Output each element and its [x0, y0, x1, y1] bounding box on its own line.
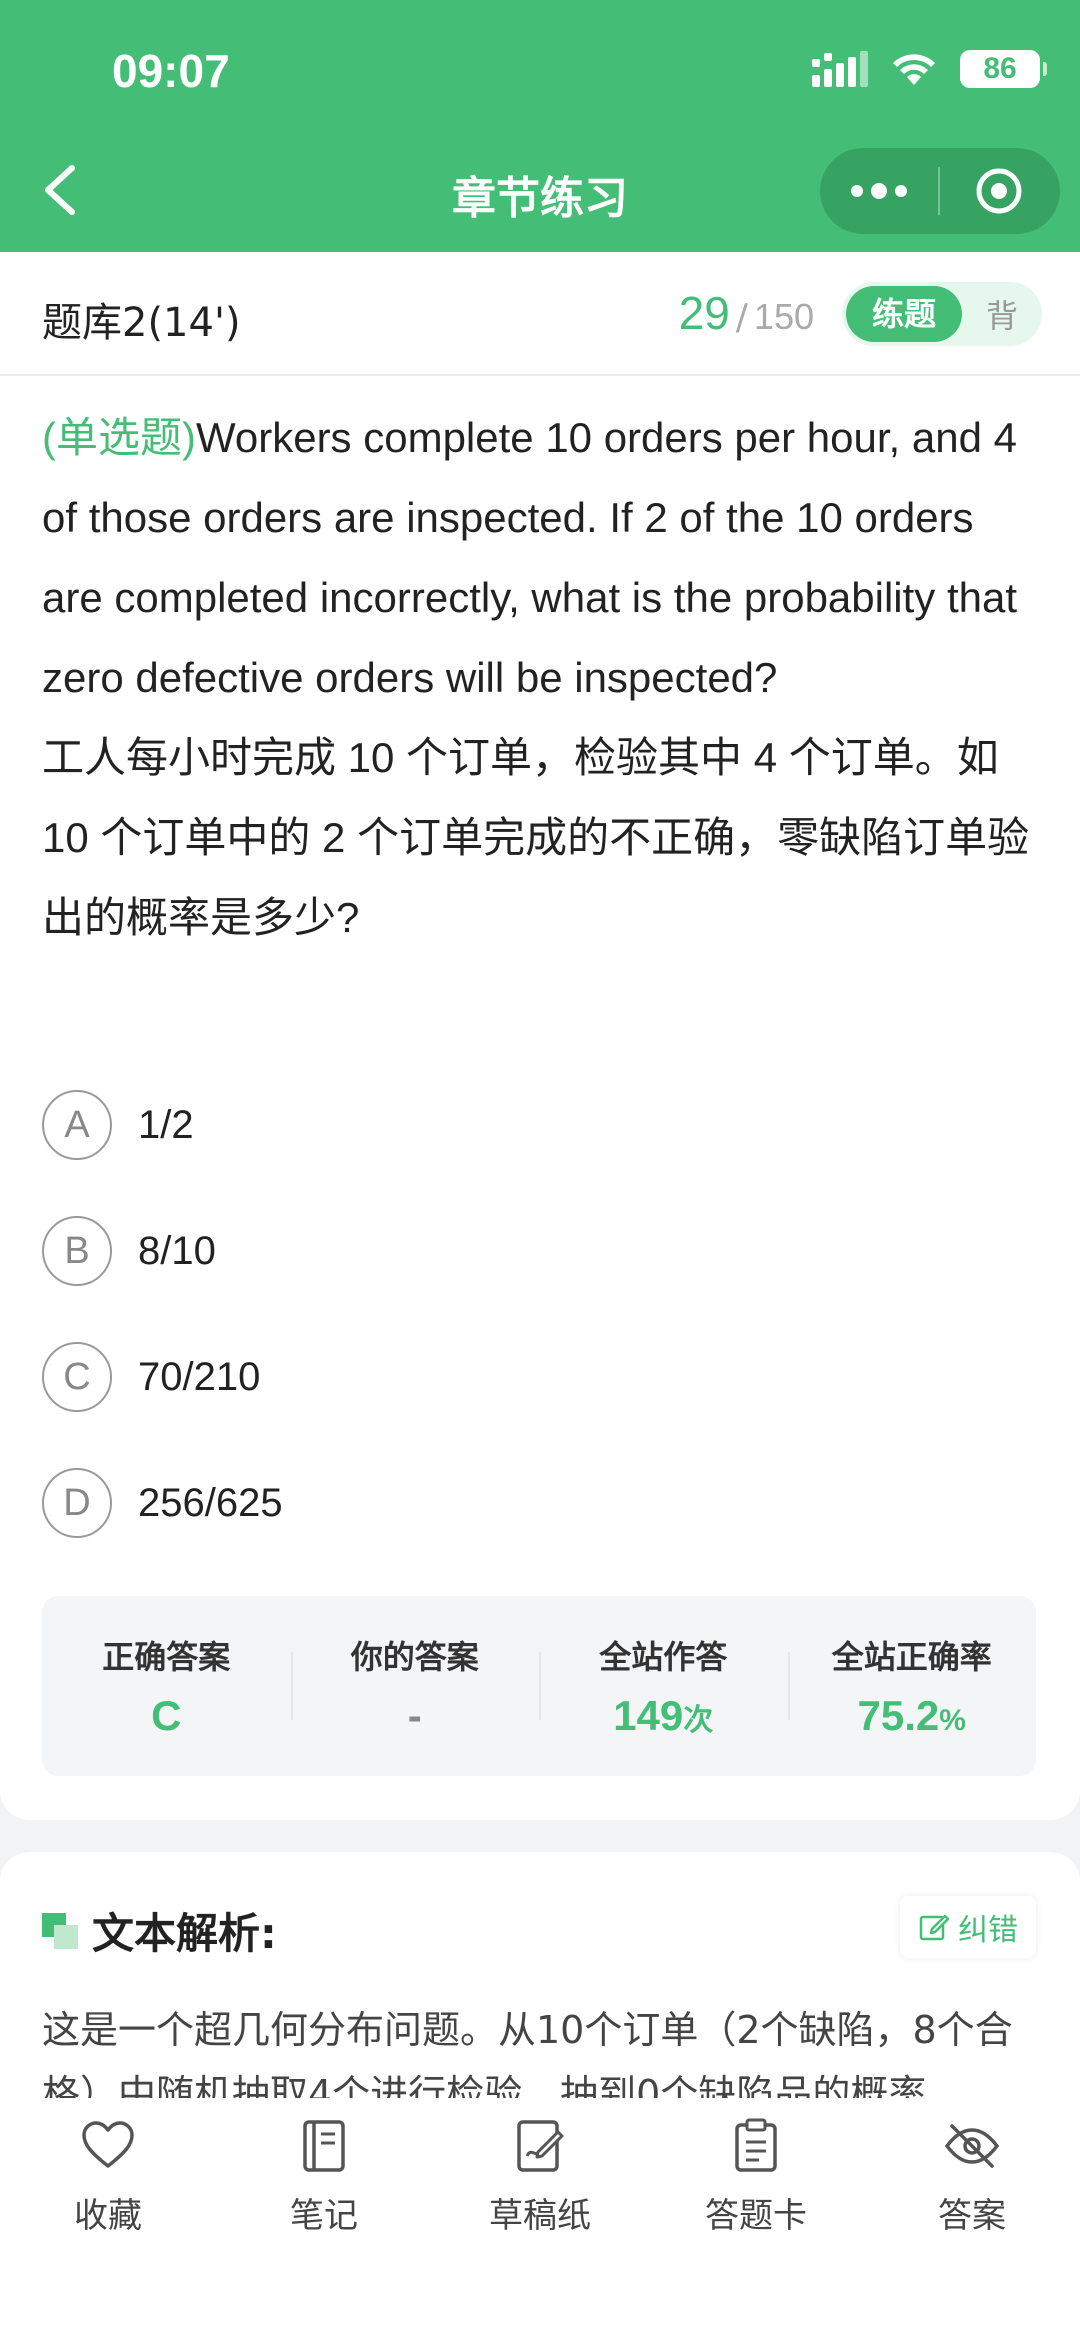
option-text: 1/2 — [138, 1102, 194, 1147]
option-letter: A — [42, 1090, 112, 1160]
tab-favorite[interactable]: 收藏 — [0, 2098, 216, 2337]
draft-icon — [517, 2120, 564, 2172]
option-letter: B — [42, 1216, 112, 1286]
stat-site-accuracy: 全站正确率 75.2% — [787, 1596, 1037, 1776]
stat-number: 149 — [613, 1692, 684, 1739]
mode-toggle[interactable]: 练题 背 — [842, 282, 1042, 346]
total-question-count: 150 — [753, 296, 814, 337]
question-text-zh: 工人每小时完成 10 个订单，检验其中 4 个订单。如 10 个订单中的 2 个… — [42, 734, 1030, 941]
option-a[interactable]: A 1/2 — [42, 1062, 1042, 1188]
question-progress[interactable]: 29 / 150 — [679, 286, 814, 340]
stat-correct-answer: 正确答案 C — [42, 1596, 291, 1776]
option-d[interactable]: D 256/625 — [42, 1440, 1042, 1566]
bottom-tab-bar: 收藏 笔记 草稿纸 答题卡 答案 — [0, 2098, 1080, 2337]
battery-icon: 86 — [960, 50, 1047, 88]
signal-icon — [812, 51, 868, 87]
options-list: A 1/2 B 8/10 C 70/210 D 256/625 — [42, 1062, 1042, 1566]
question-card: 题库2(14') 29 / 150 练题 背 (单选题)Workers comp… — [0, 252, 1080, 1820]
page: 09:07 86 章节练习 题库2(14') 29 / 150 练题 背 (单选… — [0, 0, 1080, 2337]
question-text: (单选题)Workers complete 10 orders per hour… — [42, 398, 1042, 958]
tab-label: 答案 — [938, 2196, 1006, 2236]
current-question-number: 29 — [678, 287, 730, 339]
wifi-icon — [893, 54, 935, 85]
stat-label: 全站作答 — [599, 1638, 728, 1676]
tab-draft[interactable]: 草稿纸 — [432, 2098, 648, 2337]
tab-label: 草稿纸 — [489, 2196, 591, 2236]
clipboard-icon — [735, 2118, 777, 2172]
answer-stats: 正确答案 C 你的答案 - 全站作答 149次 全站正确率 75.2% — [42, 1596, 1036, 1776]
mode-practice[interactable]: 练题 — [846, 286, 962, 342]
report-error-label: 纠错 — [958, 1913, 1018, 1948]
analysis-square-icon — [42, 1912, 78, 1949]
tab-answer-sheet[interactable]: 答题卡 — [648, 2098, 864, 2337]
heart-icon — [82, 2121, 134, 2168]
question-type: (单选题) — [42, 414, 196, 461]
stat-value: C — [151, 1692, 182, 1739]
question-bank-bar: 题库2(14') 29 / 150 练题 背 — [0, 252, 1080, 376]
report-error-button[interactable]: 纠错 — [900, 1896, 1036, 1958]
more-icon[interactable] — [820, 148, 938, 234]
tab-label: 笔记 — [290, 2196, 358, 2236]
notebook-icon — [303, 2120, 345, 2172]
stat-value: - — [407, 1692, 422, 1739]
stat-label: 正确答案 — [102, 1638, 231, 1676]
eye-off-icon — [944, 2124, 1000, 2168]
option-text: 70/210 — [138, 1354, 261, 1399]
tab-answer[interactable]: 答案 — [864, 2098, 1080, 2337]
analysis-header: 文本解析: — [42, 1900, 277, 1961]
stat-label: 你的答案 — [350, 1638, 479, 1676]
app-header: 09:07 86 章节练习 — [0, 0, 1080, 252]
close-target-icon[interactable] — [940, 148, 1058, 234]
stat-your-answer: 你的答案 - — [290, 1596, 540, 1776]
mini-program-capsule — [820, 148, 1060, 234]
stat-unit: % — [939, 1704, 966, 1737]
progress-separator: / — [735, 297, 748, 338]
option-text: 256/625 — [138, 1480, 283, 1525]
option-text: 8/10 — [138, 1228, 216, 1273]
status-icons: 86 — [812, 50, 1047, 88]
option-b[interactable]: B 8/10 — [42, 1188, 1042, 1314]
tab-notes[interactable]: 笔记 — [216, 2098, 432, 2337]
status-time: 09:07 — [112, 45, 230, 97]
analysis-title: 文本解析: — [92, 1909, 277, 1958]
stat-site-answers: 全站作答 149次 — [539, 1596, 788, 1776]
mode-memorize[interactable]: 背 — [962, 291, 1042, 337]
option-letter: C — [42, 1342, 112, 1412]
stat-number: 75.2 — [857, 1692, 940, 1739]
stat-unit: 次 — [683, 1704, 714, 1737]
option-c[interactable]: C 70/210 — [42, 1314, 1042, 1440]
stat-value: 149次 — [539, 1692, 788, 1740]
option-letter: D — [42, 1468, 112, 1538]
stat-label: 全站正确率 — [831, 1638, 992, 1676]
tab-label: 答题卡 — [705, 2196, 807, 2236]
stat-value: 75.2% — [788, 1692, 1037, 1740]
bank-name: 题库2(14') — [42, 300, 241, 346]
edit-icon — [919, 1914, 950, 1941]
tab-label: 收藏 — [74, 2196, 142, 2236]
